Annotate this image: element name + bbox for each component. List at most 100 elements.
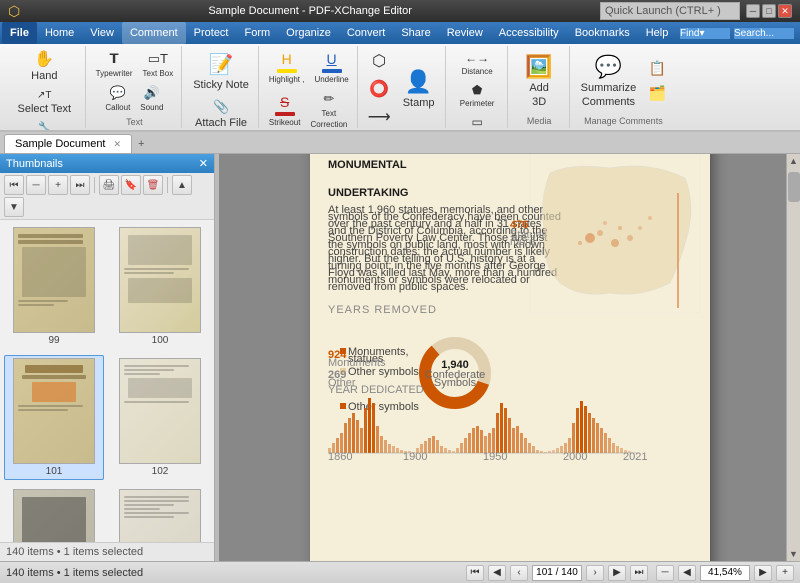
close-btn[interactable]: ✕ <box>778 4 792 18</box>
sound-icon: 🔊 <box>144 85 160 101</box>
summarize-comments-btn[interactable]: 💬 Summarize Comments <box>576 50 642 112</box>
shape-tool-btn[interactable]: ⬡ <box>364 48 395 74</box>
document-viewer[interactable]: SYMBOLS REMOVED MONUMENTAL UNDERTAKING A… <box>219 154 800 561</box>
zoom-input[interactable] <box>700 565 750 581</box>
media-label: Media <box>527 114 552 126</box>
thumb-img-99 <box>13 227 95 333</box>
menu-convert[interactable]: Convert <box>339 22 394 44</box>
menu-help[interactable]: Help <box>638 22 677 44</box>
search-btn[interactable]: Search... <box>734 28 794 39</box>
thumb-bookmark-btn[interactable]: 🔖 <box>121 175 141 195</box>
find-btn[interactable]: Find▾ <box>680 28 730 39</box>
callout-btn[interactable]: 💬 Callout <box>101 82 134 115</box>
next-page-small-btn[interactable]: › <box>586 565 604 581</box>
zoom-slider-right[interactable]: ▶ <box>754 565 772 581</box>
comment-opt1-btn[interactable]: 📋 <box>643 57 671 80</box>
maximize-btn[interactable]: □ <box>762 4 776 18</box>
menu-review[interactable]: Review <box>439 22 491 44</box>
toolbar: ✋ Hand ↗T Select Text 🔧 Other Tools ▾ To… <box>0 44 800 132</box>
thumb-img-102 <box>119 358 201 464</box>
strikeout-btn[interactable]: S Strikeout <box>265 88 305 132</box>
stamp-btn[interactable]: 👤 Stamp <box>397 65 441 113</box>
scroll-down-arrow[interactable]: ▼ <box>787 547 800 561</box>
distance-icon: ←→ <box>465 51 489 65</box>
thumb-last-btn[interactable]: ⏭ <box>70 175 90 195</box>
add-3d-btn[interactable]: 🖼️ Add 3D <box>517 50 561 112</box>
thumb-zoom-out-btn[interactable]: ─ <box>26 175 46 195</box>
quick-launch-bar[interactable]: Quick Launch (CTRL+ ) <box>600 2 740 20</box>
text-correction-btn[interactable]: ✏ Text Correction <box>306 88 351 132</box>
prev-page-small-btn[interactable]: ‹ <box>510 565 528 581</box>
thumb-img-103 <box>13 489 95 542</box>
scroll-thumb[interactable] <box>788 172 800 202</box>
next-page-btn[interactable]: ▶ <box>608 565 626 581</box>
textbox-btn[interactable]: ▭T Text Box <box>139 48 178 81</box>
page-number-input[interactable] <box>532 565 582 581</box>
circle-tool-btn[interactable]: ⭕ <box>364 76 395 102</box>
zoom-out-btn[interactable]: ─ <box>656 565 674 581</box>
hand-icon: ✋ <box>34 52 54 68</box>
menu-file[interactable]: File <box>2 22 37 44</box>
menu-home[interactable]: Home <box>37 22 82 44</box>
menu-view[interactable]: View <box>82 22 122 44</box>
menu-form[interactable]: Form <box>237 22 279 44</box>
tab-close-icon[interactable]: ✕ <box>114 139 122 150</box>
prev-page-btn[interactable]: ◀ <box>488 565 506 581</box>
svg-text:1900: 1900 <box>403 451 427 463</box>
comment-opt2-btn[interactable]: 🗂️ <box>643 82 671 105</box>
title-bar: ⬡ Sample Document - PDF-XChange Editor Q… <box>0 0 800 22</box>
attach-file-btn[interactable]: 📎 Attach File <box>191 96 251 132</box>
last-page-btn[interactable]: ⏭ <box>630 565 648 581</box>
svg-text:1860: 1860 <box>328 451 352 463</box>
typewriter-btn[interactable]: 𝗧 Typewriter <box>92 48 137 81</box>
thumbnail-102[interactable]: 102 <box>110 355 210 480</box>
underline-btn[interactable]: U Underline <box>310 48 352 87</box>
minimize-btn[interactable]: ─ <box>746 4 760 18</box>
zoom-controls: ─ ◀ ▶ + <box>656 565 794 581</box>
thumb-scroll-down[interactable]: ▼ <box>4 197 24 217</box>
thumbnail-103[interactable]: 103 <box>4 486 104 542</box>
scroll-up-arrow[interactable]: ▲ <box>787 154 800 168</box>
thumb-img-104 <box>119 489 201 542</box>
thumb-first-btn[interactable]: ⏮ <box>4 175 24 195</box>
menu-comment[interactable]: Comment <box>122 22 186 44</box>
thumbnail-99[interactable]: 99 <box>4 224 104 349</box>
thumbnail-104[interactable]: 104 <box>110 486 210 542</box>
viewer-scrollbar[interactable]: ▲ ▼ <box>786 154 800 561</box>
menu-share[interactable]: Share <box>393 22 438 44</box>
thumb-scroll-up[interactable]: ▲ <box>172 175 192 195</box>
toolbar-group-tools: ✋ Hand ↗T Select Text 🔧 Other Tools ▾ To… <box>4 46 86 128</box>
perimeter-btn[interactable]: ⬟ Perimeter <box>456 80 499 111</box>
thumbnails-footer: 140 items • 1 items selected <box>0 542 214 561</box>
svg-text:more: more <box>510 236 535 248</box>
zoom-in-btn[interactable]: + <box>776 565 794 581</box>
select-text-btn[interactable]: ↗T Select Text <box>14 87 76 118</box>
highlight-btn[interactable]: H Highlight , <box>265 48 309 87</box>
document-content-svg: SYMBOLS REMOVED MONUMENTAL UNDERTAKING A… <box>310 154 710 561</box>
distance-btn[interactable]: ←→ Distance <box>456 48 499 79</box>
document-tab[interactable]: Sample Document ✕ <box>4 134 132 153</box>
circle-icon: ⭕ <box>369 79 389 99</box>
menu-accessibility[interactable]: Accessibility <box>491 22 567 44</box>
cursor-icon: ↗T <box>37 90 52 101</box>
thumbnail-100[interactable]: 100 <box>110 224 210 349</box>
thumb-zoom-in-btn[interactable]: + <box>48 175 68 195</box>
panel-close-icon[interactable]: ✕ <box>199 157 208 170</box>
thumb-print-btn[interactable]: 🖨 <box>99 175 119 195</box>
new-tab-btn[interactable]: + <box>132 135 150 153</box>
menu-protect[interactable]: Protect <box>186 22 237 44</box>
app-icon: ⬡ <box>8 3 20 20</box>
sound-btn[interactable]: 🔊 Sound <box>136 82 167 115</box>
other-tools-btn[interactable]: 🔧 Other Tools ▾ <box>8 119 81 132</box>
thumb-label-100: 100 <box>152 335 169 346</box>
arrow-tool-btn[interactable]: ⟶ <box>364 104 395 130</box>
area-btn[interactable]: ▭ Area▾ <box>456 112 499 132</box>
sticky-note-btn[interactable]: 📝 Sticky Note <box>188 48 254 95</box>
menu-bookmarks[interactable]: Bookmarks <box>567 22 638 44</box>
first-page-btn[interactable]: ⏮ <box>466 565 484 581</box>
zoom-slider-left[interactable]: ◀ <box>678 565 696 581</box>
thumb-delete-btn[interactable]: 🗑 <box>143 175 163 195</box>
thumbnail-101[interactable]: 101 <box>4 355 104 480</box>
menu-organize[interactable]: Organize <box>278 22 339 44</box>
hand-tool-btn[interactable]: ✋ Hand <box>26 48 62 86</box>
